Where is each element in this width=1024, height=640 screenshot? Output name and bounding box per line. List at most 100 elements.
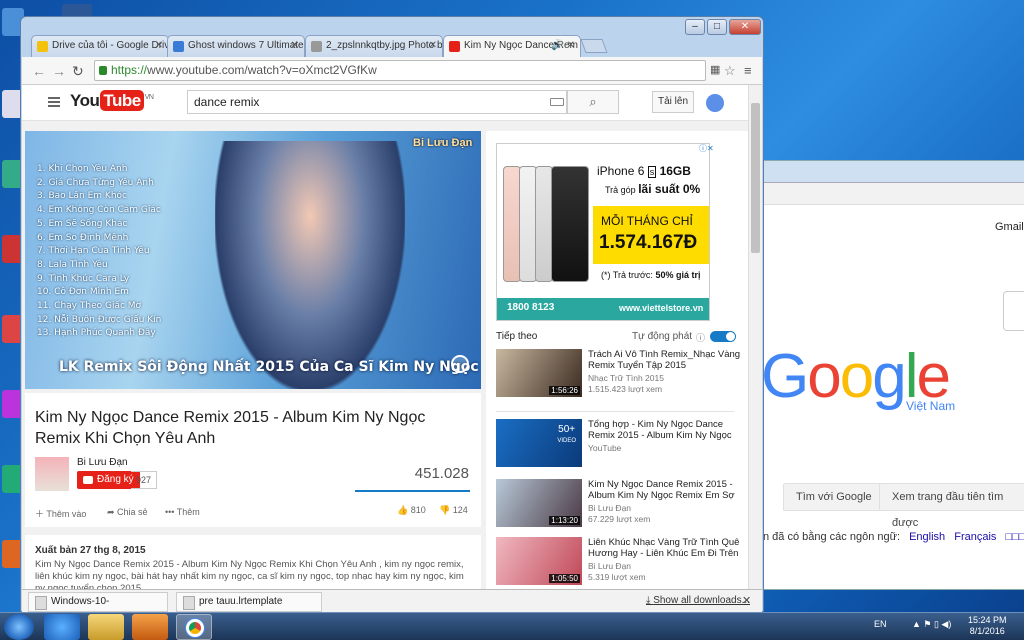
video-thumbnail[interactable]: 1:56:26 <box>496 349 582 397</box>
start-button[interactable] <box>4 614 34 640</box>
language-other-link[interactable]: □□□□□□ <box>1005 531 1024 543</box>
new-tab-button[interactable] <box>580 39 608 53</box>
ad-info-icon[interactable]: ⓘ✕ <box>699 144 714 154</box>
related-channel: Nhạc Trữ Tình 2015 <box>588 373 664 383</box>
track-item: 4. Em Không Còn Cảm Giác <box>37 205 161 216</box>
keyboard-icon[interactable] <box>550 98 564 106</box>
channel-name[interactable]: Bi Lưu Đạn <box>77 457 128 468</box>
search-button[interactable]: ⌕ <box>567 90 619 114</box>
video-frame-image <box>215 141 405 389</box>
maximize-button[interactable]: □ <box>707 19 727 35</box>
related-video[interactable]: 1:56:26 Trách Ai Vô Tình Remix_Nhạc Vàng… <box>496 349 742 401</box>
close-downloads-icon[interactable]: ✕ <box>742 594 751 607</box>
browser-toolbar: ← → ↻ https://www.youtube.com/watch?v=oX… <box>22 57 762 85</box>
clock[interactable]: 15:24 PM 8/1/2016 <box>968 615 1007 637</box>
share-button[interactable]: ➦ Chia sẻ <box>107 507 148 518</box>
youtube-header: You Tube VN dance remix ⌕ Tải lên <box>22 85 762 121</box>
chrome-icon[interactable] <box>176 614 212 640</box>
ie-icon[interactable] <box>44 614 80 640</box>
google-search-button[interactable]: Tìm với Google <box>783 483 885 511</box>
google-drive-icon <box>37 41 48 52</box>
tab-ghost-windows[interactable]: Ghost windows 7 Ultimate ✕ <box>167 35 305 57</box>
chrome-logo <box>186 619 204 637</box>
track-item: 5. Em Sẽ Sống Khác <box>37 218 128 229</box>
forward-icon[interactable]: → <box>52 63 66 79</box>
tab-label: Drive của tôi - Google Driv <box>52 40 169 51</box>
reload-icon[interactable]: ↻ <box>72 63 84 80</box>
tray-icons[interactable]: ▲ ⚑ ▯ ◀) <box>912 619 951 630</box>
duration: 1:13:20 <box>549 516 580 525</box>
language-line: n đã có bằng các ngôn ngữ: English Franç… <box>763 531 1024 543</box>
track-item: 1. Khi Chọn Yêu Anh <box>37 164 128 174</box>
dislike-button[interactable]: 👎 124 <box>439 505 468 516</box>
play-icon[interactable] <box>451 355 469 373</box>
add-to-button[interactable]: ＋ Thêm vào <box>35 507 86 520</box>
translate-icon[interactable]: ▦ <box>710 63 720 76</box>
menu-icon[interactable]: ≡ <box>744 63 752 78</box>
channel-avatar[interactable] <box>35 457 69 491</box>
page-scrollbar[interactable] <box>748 85 762 589</box>
thumbs-down-icon: 👎 <box>439 505 453 515</box>
media-player-icon[interactable] <box>132 614 168 640</box>
track-item: 2. Giá Chưa Từng Yêu Anh <box>37 177 154 188</box>
video-player[interactable]: Bi Lưu Đạn 1. Khi Chọn Yêu Anh 2. Giá Chư… <box>25 131 481 389</box>
guide-menu-icon[interactable] <box>48 97 60 107</box>
feeling-lucky-button[interactable]: Xem trang đầu tiên tìm được <box>879 483 1024 529</box>
related-views: 5.319 lượt xem <box>588 572 646 582</box>
upload-button[interactable]: Tải lên <box>652 91 694 113</box>
tab-google-drive[interactable]: Drive của tôi - Google Driv ✕ <box>31 35 169 57</box>
more-button[interactable]: ••• Thêm <box>165 507 200 517</box>
language-french-link[interactable]: Français <box>954 531 996 543</box>
language-english-link[interactable]: English <box>909 531 945 543</box>
close-window-button[interactable]: ✕ <box>729 19 761 35</box>
background-browser-window[interactable]: Gmail Google Việt Nam Tìm với Google Xem… <box>740 160 1024 590</box>
track-item: 6. Em So Định Mệnh <box>37 232 129 243</box>
info-icon[interactable]: ⓘ <box>696 331 705 344</box>
youtube-logo[interactable]: You Tube VN <box>70 90 154 111</box>
close-tab-icon[interactable]: ✕ <box>291 36 299 56</box>
related-title[interactable]: Trách Ai Vô Tình Remix_Nhạc Vàng Remix T… <box>588 349 742 371</box>
bookmark-star-icon[interactable]: ☆ <box>724 63 736 79</box>
tab-photo[interactable]: 2_zpslnnkqtby.jpg Photo b ✕ <box>305 35 443 57</box>
language-indicator[interactable]: EN <box>874 619 887 629</box>
related-title[interactable]: Kim Ny Ngọc Dance Remix 2015 - Album Kim… <box>588 479 742 501</box>
up-next-label: Tiếp theo <box>496 331 538 342</box>
minimize-button[interactable]: – <box>685 19 705 35</box>
more-icon: ••• <box>165 507 177 517</box>
like-button[interactable]: 👍 810 <box>397 505 426 516</box>
download-item[interactable]: Windows-10-Feature....jpg <box>28 592 168 625</box>
related-title[interactable]: Liên Khúc Nhạc Vàng Trữ Tình Quê Hương H… <box>588 537 742 559</box>
related-title[interactable]: Tổng hợp - Kim Ny Ngọc Dance Remix 2015 … <box>588 419 742 441</box>
track-item: 3. Bao Lần Em Khóc <box>37 191 127 202</box>
video-thumbnail[interactable]: 50+ VIDEO <box>496 419 582 467</box>
explorer-icon[interactable] <box>88 614 124 640</box>
close-tab-icon[interactable]: ✕ <box>429 36 437 56</box>
google-region: Việt Nam <box>906 399 956 413</box>
avatar[interactable] <box>706 94 724 112</box>
address-bar[interactable]: https://www.youtube.com/watch?v=oXmct2VG… <box>94 60 706 81</box>
apps-icon[interactable] <box>1003 291 1024 331</box>
video-thumbnail[interactable]: 1:05:50 <box>496 537 582 585</box>
video-thumbnail[interactable]: 1:13:20 <box>496 479 582 527</box>
playlist-count: 50+ VIDEO <box>557 424 576 445</box>
back-icon[interactable]: ← <box>32 63 46 79</box>
scrollbar-thumb[interactable] <box>751 103 760 253</box>
chrome-window[interactable]: – □ ✕ Drive của tôi - Google Driv ✕ Ghost… <box>20 16 764 625</box>
related-video[interactable]: 50+ VIDEO Tổng hợp - Kim Ny Ngọc Dance Re… <box>496 419 742 471</box>
gmail-link[interactable]: Gmail <box>995 221 1024 233</box>
ad-banner[interactable]: ⓘ✕ iPhone 6 s 16GB Trả góp lãi suất 0% M… <box>496 143 714 321</box>
related-video[interactable]: 1:05:50 Liên Khúc Nhạc Vàng Trữ Tình Quê… <box>496 537 742 589</box>
related-video[interactable]: 1:13:20 Kim Ny Ngọc Dance Remix 2015 - A… <box>496 479 742 531</box>
close-tab-icon[interactable]: ✕ <box>155 36 163 56</box>
track-item: 13. Hạnh Phúc Quanh Đây <box>37 328 156 339</box>
search-input[interactable]: dance remix <box>187 90 567 114</box>
video-title: Kim Ny Ngọc Dance Remix 2015 - Album Kim… <box>35 409 426 447</box>
close-tab-icon[interactable]: 🔊 ✕ <box>551 36 575 56</box>
autoplay-toggle[interactable] <box>710 331 736 342</box>
divider <box>496 411 734 412</box>
related-views: 1.515.423 lượt xem <box>588 384 663 394</box>
show-all-downloads-link[interactable]: ⤓ Show all downloads... <box>646 595 750 606</box>
download-item[interactable]: pre tauu.lrtemplate <box>176 592 322 612</box>
thumbs-up-icon: 👍 <box>397 505 411 515</box>
tab-youtube[interactable]: Kim Ny Ngọc Dance Rem 🔊 ✕ <box>443 35 581 57</box>
